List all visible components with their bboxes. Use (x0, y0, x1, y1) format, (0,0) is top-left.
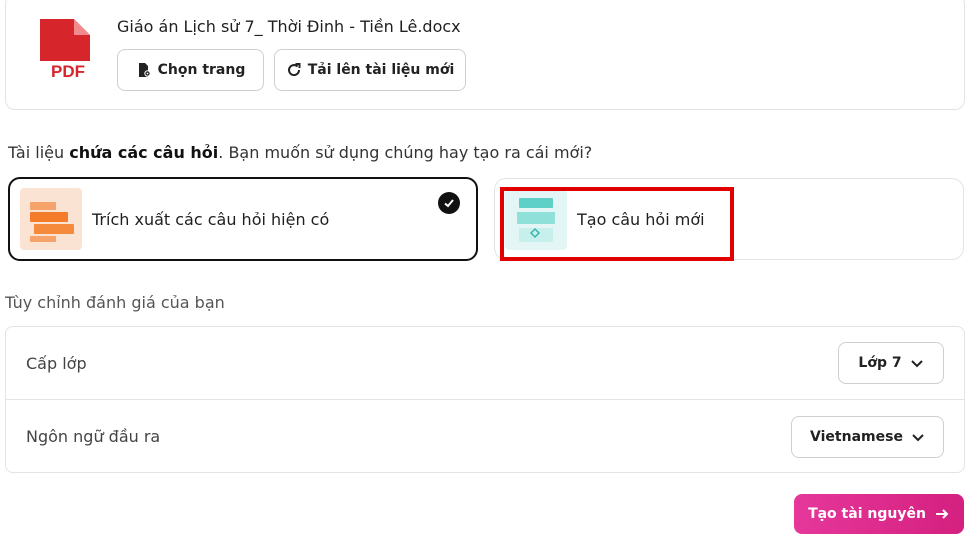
language-value: Vietnamese (810, 428, 903, 445)
pdf-file-icon: PDF (40, 19, 98, 81)
question-prefix: Tài liệu (8, 143, 70, 162)
language-label: Ngôn ngữ đầu ra (26, 427, 161, 446)
choose-page-button[interactable]: Chọn trang (117, 49, 264, 91)
language-select[interactable]: Vietnamese (791, 415, 944, 458)
create-button-label: Tạo tài nguyên (808, 506, 926, 522)
question-bold: chứa các câu hỏi (69, 143, 219, 162)
grade-select[interactable]: Lớp 7 (838, 342, 944, 384)
file-name: Giáo án Lịch sử 7_ Thời Đinh - Tiền Lê.d… (117, 17, 461, 36)
option-create-new[interactable]: Tạo câu hỏi mới (494, 178, 964, 260)
language-row: Ngôn ngữ đầu ra Vietnamese (6, 400, 964, 473)
file-settings-icon (138, 63, 151, 77)
arrow-right-icon (935, 509, 949, 519)
refresh-icon (287, 63, 301, 77)
question-suffix: . Bạn muốn sử dụng chúng hay tạo ra cái … (218, 143, 593, 162)
option-create-label: Tạo câu hỏi mới (577, 209, 705, 229)
chevron-down-icon (910, 360, 923, 368)
settings-panel: Cấp lớp Lớp 7 Ngôn ngữ đầu ra Vietnamese (5, 326, 965, 473)
file-card: PDF Giáo án Lịch sử 7_ Thời Đinh - Tiền … (5, 0, 965, 110)
chevron-down-icon (912, 433, 924, 441)
extract-questions-icon (20, 188, 82, 250)
selected-check-icon (438, 192, 460, 214)
question-prompt: Tài liệu chứa các câu hỏi. Bạn muốn sử d… (8, 143, 592, 162)
choose-page-label: Chọn trang (157, 62, 246, 78)
option-extract-label: Trích xuất các câu hỏi hiện có (92, 209, 330, 229)
grade-row: Cấp lớp Lớp 7 (6, 327, 964, 400)
upload-new-document-button[interactable]: Tải lên tài liệu mới (274, 49, 466, 91)
upload-new-label: Tải lên tài liệu mới (307, 62, 455, 78)
option-extract-existing[interactable]: Trích xuất các câu hỏi hiện có (8, 177, 478, 261)
customize-title: Tùy chỉnh đánh giá của bạn (5, 293, 225, 312)
pdf-icon-text: PDF (51, 62, 85, 81)
grade-label: Cấp lớp (26, 353, 87, 373)
new-questions-icon (505, 188, 567, 250)
grade-value: Lớp 7 (858, 355, 902, 371)
create-resource-button[interactable]: Tạo tài nguyên (794, 494, 964, 534)
